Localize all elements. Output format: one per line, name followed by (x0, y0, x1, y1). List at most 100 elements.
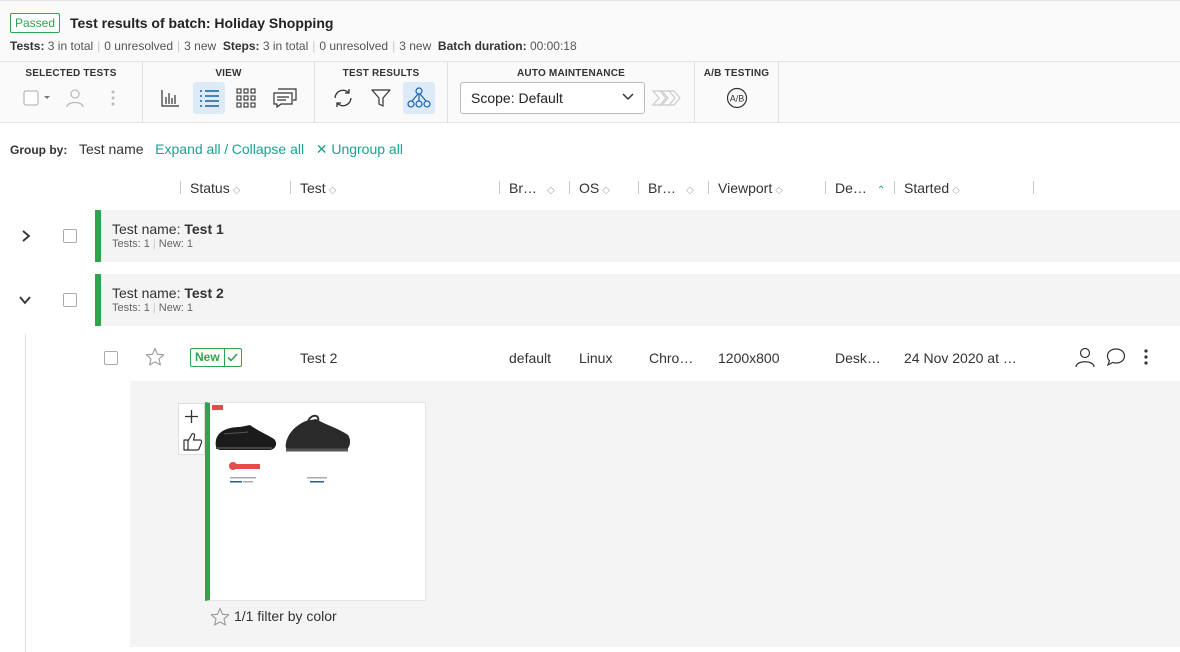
close-icon: ✕ (315, 141, 328, 157)
refresh-button[interactable] (327, 82, 359, 114)
ab-testing-button[interactable]: A/B (721, 82, 753, 114)
branch-value: default (509, 350, 552, 366)
column-divider (825, 181, 826, 194)
group-row[interactable]: Test name: Test 1 Tests: 1 | New: 1 (10, 210, 1180, 262)
column-test[interactable]: Test ◇ (300, 180, 336, 198)
column-os[interactable]: OS ◇ (579, 180, 610, 198)
ungroup-all-label: Ungroup all (331, 141, 403, 157)
hierarchy-icon (407, 87, 431, 108)
sort-icon: ◇ (775, 185, 783, 196)
tests-new: 3 new (184, 39, 217, 53)
table-row[interactable]: New Test 2 default Linux Chro… 1200x800 … (26, 334, 1180, 381)
bar-chart-icon (161, 90, 179, 107)
test-results-section: TEST RESULTS (315, 62, 448, 123)
step-caption-text: 1/1 filter by color (234, 608, 337, 624)
ab-icon-text: A/B (730, 94, 745, 104)
comment-icon[interactable] (1106, 347, 1126, 367)
sort-icon: ◇ (232, 185, 241, 196)
group-button[interactable] (403, 82, 435, 114)
filter-icon (371, 89, 391, 107)
column-divider (499, 181, 500, 194)
tests-unresolved: 0 unresolved (104, 39, 174, 53)
checkbox-dropdown-icon (23, 90, 50, 106)
group-new-count: New: 1 (158, 238, 194, 250)
apply-maintenance-button[interactable] (650, 82, 684, 114)
group-new-count: New: 1 (158, 302, 194, 314)
column-viewport-label: Viewport (718, 180, 773, 196)
chevron-down-icon[interactable] (18, 294, 32, 306)
column-started-label: Started (904, 180, 950, 196)
steps-total: 3 in total (262, 39, 309, 53)
group-tests-count: Tests: 1 (112, 238, 150, 250)
steps-unresolved: 0 unresolved (319, 39, 389, 53)
group-by-bar: Group by: Test name Expand all / Collaps… (10, 141, 403, 158)
column-device[interactable]: De… ⌃ (835, 180, 885, 198)
step-thumbnail[interactable] (205, 402, 426, 601)
group-by-value[interactable]: Test name (79, 141, 144, 157)
select-all-dropdown[interactable] (18, 82, 58, 114)
column-status[interactable]: Status ◇ (190, 180, 240, 198)
sort-ascending-icon: ⌃ (876, 185, 886, 196)
shoe-right (285, 414, 351, 452)
star-icon[interactable] (145, 347, 165, 367)
collapse-all-link[interactable]: Collapse all (232, 141, 304, 157)
list-view-button[interactable] (193, 82, 225, 114)
view-section: VIEW (143, 62, 315, 123)
comments-view-button[interactable] (269, 82, 301, 114)
more-actions-button[interactable] (97, 82, 129, 114)
assign-user-button[interactable] (59, 82, 91, 114)
duration-label: Batch duration: (437, 39, 527, 53)
group-panel: Test name: Test 1 Tests: 1 | New: 1 (95, 210, 1180, 262)
ab-icon: A/B (726, 87, 748, 109)
tests-label: Tests: (10, 39, 45, 53)
user-icon[interactable] (1074, 346, 1096, 368)
column-viewport[interactable]: Viewport ◇ (718, 180, 783, 198)
plus-icon[interactable] (184, 409, 199, 424)
group-checkbox[interactable] (63, 293, 77, 307)
started-value: 24 Nov 2020 at … (904, 350, 1017, 366)
comments-icon (273, 88, 297, 108)
user-icon (66, 89, 84, 108)
os-value: Linux (579, 350, 613, 366)
group-name-value: Test 2 (184, 285, 224, 301)
scope-select[interactable]: Scope: Default (460, 82, 645, 114)
auto-maintenance-label: AUTO MAINTENANCE (516, 68, 625, 79)
double-arrow-icon (652, 90, 681, 106)
chevron-down-icon (622, 93, 634, 101)
grid-view-button[interactable] (230, 82, 262, 114)
kebab-icon[interactable] (1143, 348, 1149, 366)
column-divider (180, 181, 181, 194)
check-icon[interactable] (223, 349, 241, 366)
tests-total: 3 in total (47, 39, 94, 53)
group-name: Test name: Test 2 (112, 285, 224, 301)
column-divider (569, 181, 570, 194)
ab-testing-section: A/B TESTING A/B (695, 62, 779, 123)
column-started[interactable]: Started ◇ (904, 180, 960, 198)
sort-icon: ◇ (686, 185, 694, 196)
status-label: New (195, 350, 220, 364)
test-name: Test 2 (300, 350, 338, 366)
group-name-prefix: Test name: (112, 221, 185, 237)
star-icon[interactable] (210, 607, 230, 627)
list-icon (200, 90, 219, 107)
ungroup-all-link[interactable]: ✕ Ungroup all (316, 141, 403, 157)
group-checkbox[interactable] (63, 229, 77, 243)
column-branch[interactable]: Br… ◇ (509, 180, 555, 198)
status-new-badge: New (190, 348, 242, 367)
group-row[interactable]: Test name: Test 2 Tests: 1 | New: 1 (10, 274, 1180, 326)
chart-view-button[interactable] (154, 82, 186, 114)
chevron-right-icon[interactable] (20, 229, 32, 243)
thumbs-up-icon[interactable] (182, 431, 203, 452)
test-results-label: TEST RESULTS (342, 68, 420, 79)
group-by-label: Group by: (10, 143, 68, 157)
column-browser[interactable]: Br… ◇ (648, 180, 694, 198)
kebab-icon (111, 90, 115, 106)
filter-button[interactable] (365, 82, 397, 114)
sort-icon: ◇ (328, 185, 337, 196)
row-checkbox[interactable] (104, 351, 118, 365)
group-stats: Tests: 1 | New: 1 (112, 238, 194, 250)
expand-all-link[interactable]: Expand all (155, 141, 220, 157)
tree-line (25, 334, 26, 652)
sort-icon: ◇ (952, 185, 960, 196)
grid-icon (236, 88, 256, 108)
